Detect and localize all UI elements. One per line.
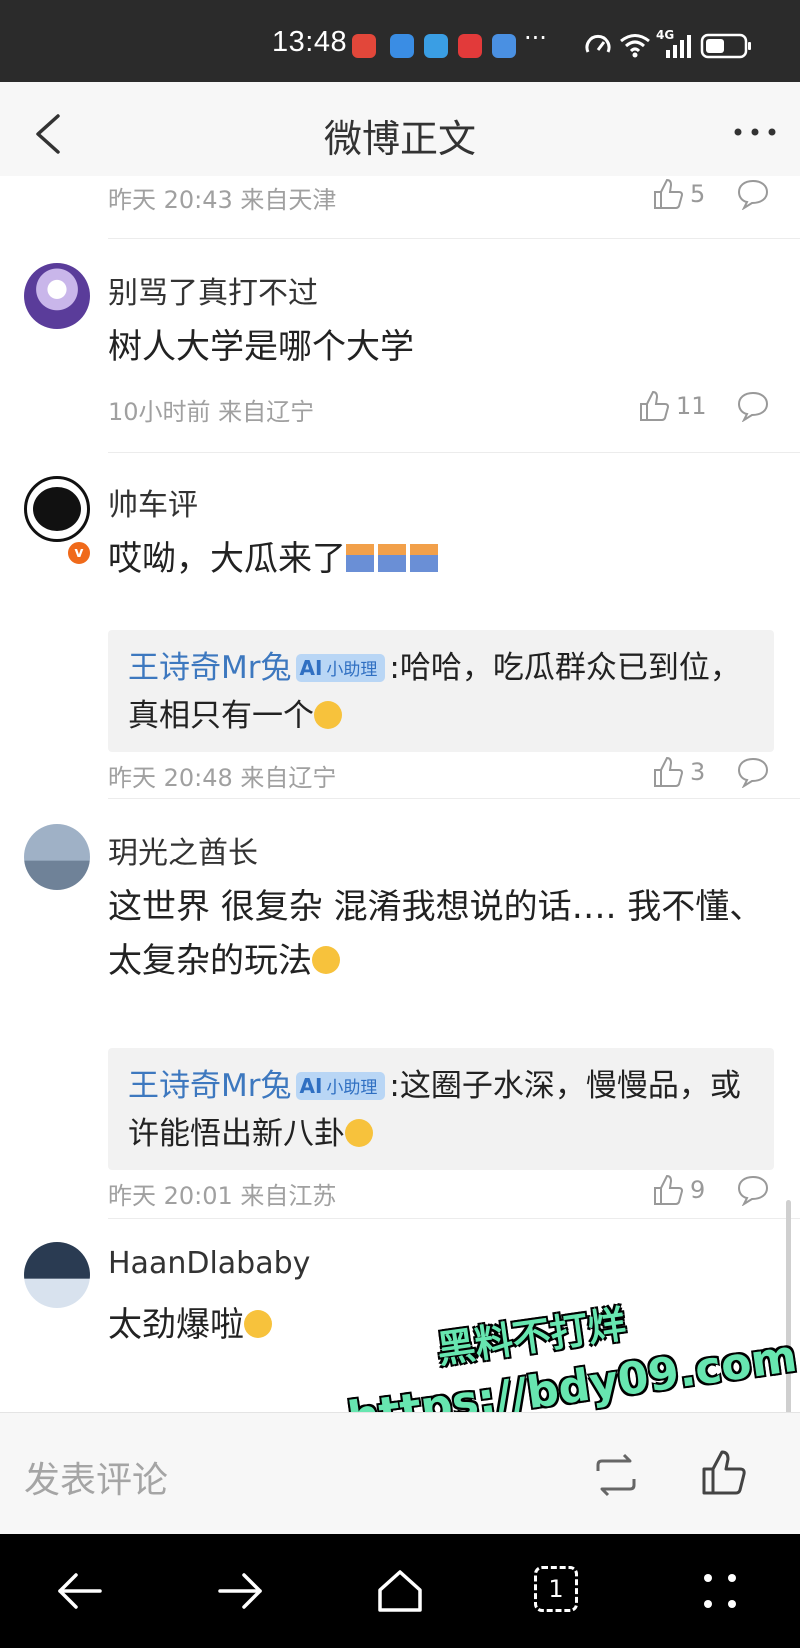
comment-username[interactable]: HaanDlababy bbox=[108, 1246, 310, 1281]
crowd-emoji-icon bbox=[346, 543, 374, 572]
comment-username[interactable]: 玥光之酋长 bbox=[108, 828, 258, 872]
thumbs-up-icon[interactable] bbox=[652, 176, 684, 212]
comment-meta-row: 昨天 20:43 来自天津 5 bbox=[108, 176, 778, 216]
reply-username[interactable]: 王诗奇Mr兔 bbox=[128, 1068, 292, 1104]
avatar-logo-icon bbox=[33, 487, 81, 531]
like-count: 3 bbox=[690, 758, 706, 786]
like-count: 5 bbox=[690, 180, 706, 208]
tabs-icon[interactable]: 1 bbox=[534, 1566, 578, 1612]
back-arrow-icon[interactable] bbox=[54, 1566, 106, 1616]
more-horizontal-icon[interactable] bbox=[730, 112, 780, 152]
comment-meta: 10小时前 来自辽宁 bbox=[108, 398, 315, 426]
yummy-emoji-icon bbox=[312, 945, 340, 974]
reply-preview[interactable]: 王诗奇Mr兔 AI 小助理:哈哈，吃瓜群众已到位，真相只有一个 bbox=[108, 630, 774, 752]
browser-notification-icon bbox=[492, 34, 516, 58]
more-notifications-icon: ··· bbox=[524, 24, 547, 52]
tabs-count: 1 bbox=[548, 1575, 564, 1603]
comment-bubble-icon[interactable] bbox=[736, 756, 770, 788]
comment-text: 树人大学是哪个大学 bbox=[108, 327, 414, 367]
wifi-icon bbox=[620, 34, 650, 58]
ai-assistant-badge: AI 小助理 bbox=[295, 1071, 386, 1100]
reply-preview[interactable]: 王诗奇Mr兔 AI 小助理:这圈子水深，慢慢品，或许能悟出新八卦 bbox=[108, 1048, 774, 1170]
repost-icon[interactable] bbox=[592, 1453, 640, 1497]
comment-list: 昨天 20:43 来自天津 5 别骂了真打不过 树人大学是哪个大学 10小时前 … bbox=[0, 176, 800, 1412]
page-title: 微博正文 bbox=[323, 117, 476, 161]
top-navigation-bar: 微博正文 bbox=[0, 82, 800, 176]
comment-meta: 昨天 20:43 来自天津 bbox=[108, 186, 337, 214]
comment-input[interactable]: 发表评论 bbox=[24, 1451, 168, 1503]
comment-text-row: 这世界 很复杂 混淆我想说的话…. 我不懂、太复杂的玩法 bbox=[108, 880, 768, 988]
comment-meta: 昨天 20:01 来自江苏 bbox=[108, 1182, 337, 1210]
comment-bubble-icon[interactable] bbox=[736, 390, 770, 422]
comment-divider bbox=[108, 798, 800, 799]
system-navigation-bar: 1 bbox=[0, 1534, 800, 1648]
avatar[interactable] bbox=[24, 1242, 90, 1308]
shocked-emoji-icon bbox=[244, 1309, 272, 1338]
telegram-notification-icon bbox=[424, 34, 448, 58]
yummy-emoji-icon bbox=[345, 1118, 373, 1147]
avatar[interactable] bbox=[24, 476, 90, 542]
app-notification-icon bbox=[352, 34, 376, 58]
avatar[interactable] bbox=[24, 824, 90, 890]
forward-arrow-icon[interactable] bbox=[214, 1566, 266, 1616]
ai-icon: AI bbox=[299, 1073, 323, 1098]
crowd-emoji-icon bbox=[378, 543, 406, 572]
ai-assistant-badge: AI 小助理 bbox=[295, 653, 386, 682]
comment-text: 这世界 很复杂 混淆我想说的话…. 我不懂、太复杂的玩法 bbox=[108, 887, 764, 981]
comment-username[interactable]: 别骂了真打不过 bbox=[108, 268, 318, 312]
thumbs-up-icon[interactable] bbox=[638, 388, 670, 424]
crowd-emoji-icon bbox=[410, 543, 438, 572]
comment-text: 哎呦，大瓜来了 bbox=[108, 539, 346, 579]
comment-divider bbox=[108, 238, 800, 239]
message-notification-icon bbox=[390, 34, 414, 58]
avatar[interactable] bbox=[24, 263, 90, 329]
thumbs-up-icon[interactable] bbox=[652, 754, 684, 790]
comment-text: 太劲爆啦 bbox=[108, 1305, 244, 1345]
battery-icon bbox=[700, 33, 751, 59]
ai-badge-label: 小助理 bbox=[326, 659, 378, 680]
red-app-notification-icon bbox=[458, 34, 482, 58]
like-count: 11 bbox=[676, 392, 707, 420]
comment-divider bbox=[108, 1218, 800, 1219]
comment-divider bbox=[108, 452, 800, 453]
thumbs-up-icon[interactable] bbox=[700, 1447, 750, 1497]
ai-icon: AI bbox=[299, 655, 323, 680]
speed-icon bbox=[585, 34, 611, 53]
reply-username[interactable]: 王诗奇Mr兔 bbox=[128, 650, 292, 686]
comment-meta-row: 昨天 20:48 来自辽宁 3 bbox=[108, 754, 778, 794]
comment-meta: 昨天 20:48 来自辽宁 bbox=[108, 764, 337, 792]
thumbs-up-icon[interactable] bbox=[652, 1172, 684, 1208]
comment-meta-row: 10小时前 来自辽宁 11 bbox=[108, 388, 778, 428]
ai-badge-label: 小助理 bbox=[326, 1077, 378, 1098]
comment-meta-row: 昨天 20:01 来自江苏 9 bbox=[108, 1172, 778, 1212]
comment-bubble-icon[interactable] bbox=[736, 1174, 770, 1206]
laughing-emoji-icon bbox=[314, 700, 342, 729]
comment-bubble-icon[interactable] bbox=[736, 178, 770, 210]
verified-badge-icon: v bbox=[66, 540, 92, 566]
comment-text-row: 哎呦，大瓜来了 bbox=[108, 532, 768, 586]
status-bar: 13:48 ··· 4G bbox=[0, 0, 800, 82]
comment-username[interactable]: 帅车评 bbox=[108, 480, 198, 524]
status-time: 13:48 bbox=[272, 26, 348, 58]
like-count: 9 bbox=[690, 1176, 706, 1204]
comment-input-bar: 发表评论 bbox=[0, 1412, 800, 1534]
signal-icon bbox=[666, 35, 691, 58]
home-icon[interactable] bbox=[374, 1566, 426, 1616]
menu-dots-icon[interactable] bbox=[694, 1566, 746, 1616]
